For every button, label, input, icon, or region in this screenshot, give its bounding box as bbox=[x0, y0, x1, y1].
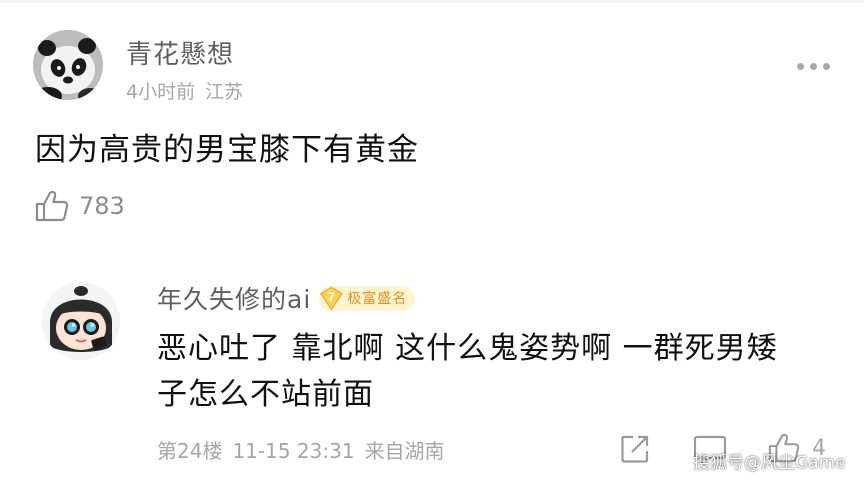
comment-text: 因为高贵的男宝膝下有黄金 bbox=[35, 132, 419, 168]
floor-number: 第24楼 bbox=[157, 439, 223, 463]
username[interactable]: 青花懸想 bbox=[126, 34, 234, 71]
divider bbox=[0, 0, 864, 3]
share-icon bbox=[621, 435, 649, 463]
like-button[interactable]: 783 bbox=[35, 190, 125, 222]
watermark: 搜狐号@风尘Game bbox=[693, 453, 846, 473]
source: 来自湖南 bbox=[364, 439, 445, 463]
like-count: 783 bbox=[79, 192, 125, 220]
level-badge[interactable]: 7 极富盛名 bbox=[319, 285, 416, 311]
more-icon[interactable] bbox=[797, 63, 831, 71]
username[interactable]: 年久失修的ai bbox=[157, 280, 311, 316]
comment-thread: 青花懸想 4小时前 江苏 因为高贵的男宝膝下有黄金 783 年久失修的ai 7 … bbox=[0, 0, 864, 479]
share-button[interactable] bbox=[620, 434, 650, 464]
reply-text-line: 恶心吐了 靠北啊 这什么鬼姿势啊 一群死男矮 bbox=[157, 331, 778, 366]
avatar[interactable] bbox=[42, 282, 120, 360]
timestamp: 4小时前 bbox=[126, 81, 196, 103]
reply-header: 年久失修的ai 7 极富盛名 bbox=[157, 280, 416, 316]
thumb-up-icon bbox=[35, 190, 69, 222]
reply-text: 恶心吐了 靠北啊 这什么鬼姿势啊 一群死男矮 子怎么不站前面 bbox=[157, 326, 847, 418]
reply-meta: 第24楼 11-15 23:31 来自湖南 bbox=[157, 435, 445, 464]
level-number: 7 bbox=[328, 290, 335, 304]
panda-avatar-icon bbox=[33, 30, 103, 100]
avatar[interactable] bbox=[33, 30, 103, 100]
reply-text-line: 子怎么不站前面 bbox=[157, 377, 374, 412]
badge-label: 极富盛名 bbox=[347, 291, 408, 307]
cartoon-avatar-icon bbox=[42, 282, 120, 360]
location: 江苏 bbox=[205, 81, 244, 103]
level-badge-icon: 7 bbox=[319, 286, 344, 311]
comment-meta: 4小时前 江苏 bbox=[126, 77, 243, 104]
timestamp: 11-15 23:31 bbox=[232, 439, 355, 463]
